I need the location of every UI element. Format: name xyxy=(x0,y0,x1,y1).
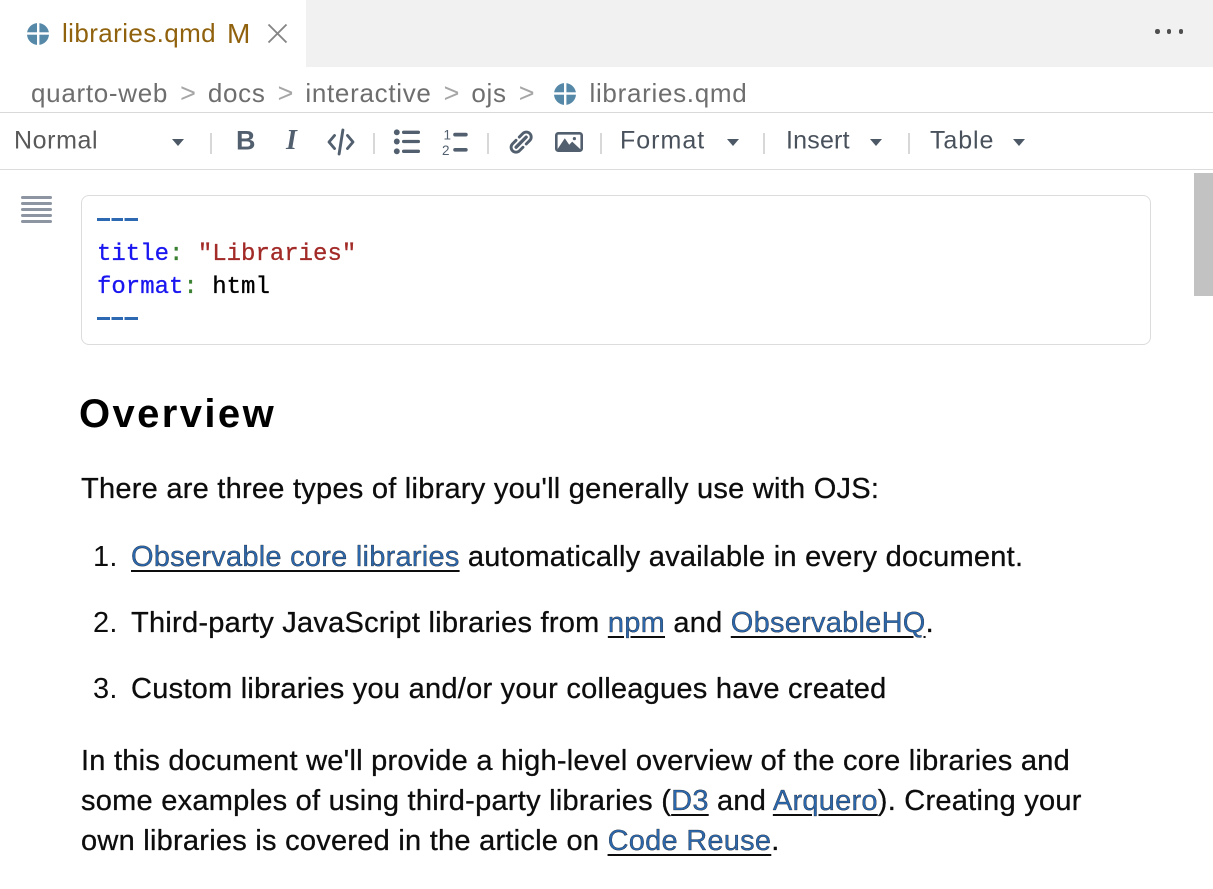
svg-text:2: 2 xyxy=(442,143,450,158)
svg-text:1: 1 xyxy=(444,130,452,143)
